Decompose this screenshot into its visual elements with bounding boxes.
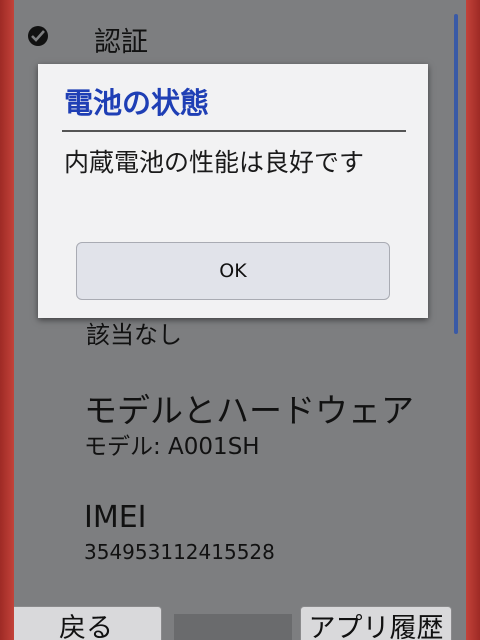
battery-status-dialog: 電池の状態 内蔵電池の性能は良好です OK xyxy=(38,64,428,318)
back-button[interactable]: 戻る xyxy=(14,606,162,640)
scrollbar[interactable] xyxy=(454,14,458,334)
auth-value: 該当なし xyxy=(86,321,182,349)
check-circle-icon xyxy=(28,26,48,46)
ok-button[interactable]: OK xyxy=(76,242,390,300)
app-history-button[interactable]: アプリ履歴 xyxy=(300,606,452,640)
dialog-divider xyxy=(62,130,406,132)
model-hardware-title[interactable]: モデルとハードウェア xyxy=(84,384,466,432)
imei-title[interactable]: IMEI xyxy=(84,500,466,535)
imei-value: 354953112415528 xyxy=(84,540,275,564)
dialog-message: 内蔵電池の性能は良好です xyxy=(64,148,365,177)
nav-center-area xyxy=(174,614,292,640)
model-value: モデル: A001SH xyxy=(84,434,260,460)
dialog-title: 電池の状態 xyxy=(64,86,210,120)
auth-label: 認証 xyxy=(94,27,148,58)
